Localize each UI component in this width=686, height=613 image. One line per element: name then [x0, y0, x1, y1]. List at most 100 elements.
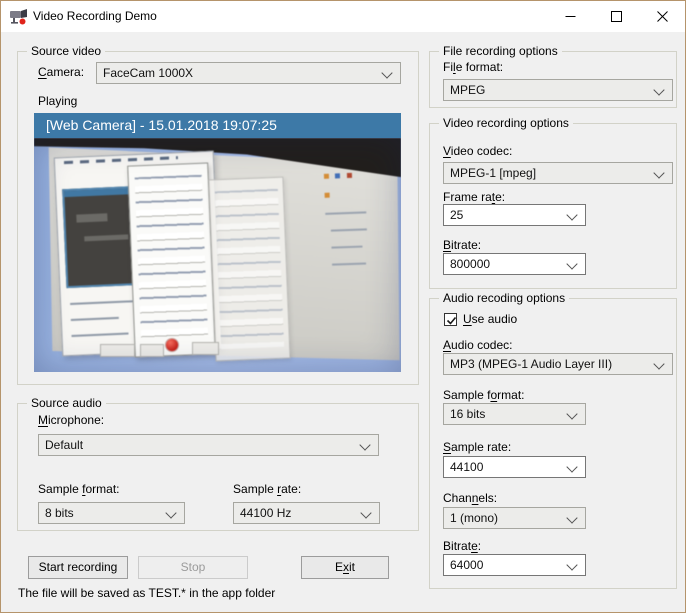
audio-sample-rate-input[interactable]: 44100	[443, 456, 586, 478]
microphone-label: Microphone:	[38, 413, 104, 427]
file-format-select[interactable]: MPEG	[443, 79, 673, 101]
camera-select-value: FaceCam 1000X	[103, 66, 193, 80]
photo-text-line	[332, 246, 363, 249]
camera-label: Camera:	[38, 65, 84, 79]
frame-rate-value: 25	[450, 208, 463, 222]
channels-select[interactable]: 1 (mono)	[443, 507, 586, 529]
audio-codec-select-value: MP3 (MPEG-1 Audio Layer III)	[450, 357, 612, 371]
photo-ghost-button	[192, 342, 220, 355]
frame-rate-input[interactable]: 25	[443, 204, 586, 226]
chevron-down-icon[interactable]	[566, 209, 577, 220]
photo-icon-chip	[324, 174, 329, 179]
photo-text-line	[332, 263, 366, 266]
close-button[interactable]	[639, 1, 685, 31]
photo-smudge	[84, 234, 128, 242]
video-recording-demo-window: Video Recording Demo Source video Camera…	[0, 0, 686, 613]
app-camera-icon	[9, 7, 29, 26]
chevron-down-icon[interactable]	[653, 167, 664, 178]
use-audio-label[interactable]: Use audio	[463, 312, 517, 326]
audio-codec-select[interactable]: MP3 (MPEG-1 Audio Layer III)	[443, 353, 673, 375]
audio-sample-format-value: 16 bits	[450, 407, 485, 421]
chevron-down-icon[interactable]	[360, 507, 371, 518]
chevron-down-icon[interactable]	[653, 358, 664, 369]
exit-button[interactable]: Exit	[301, 556, 389, 579]
chevron-down-icon[interactable]	[381, 67, 392, 78]
audio-sample-rate-label: Sample rate:	[443, 440, 511, 454]
audio-sample-format-select[interactable]: 16 bits	[443, 403, 586, 425]
minimize-icon	[565, 11, 576, 22]
audio-bitrate-label: Bitrate:	[443, 539, 481, 553]
audio-bitrate-value: 64000	[450, 558, 483, 572]
audio-sample-format-label: Sample format:	[443, 388, 525, 402]
sample-rate-select-value: 44100 Hz	[240, 506, 291, 520]
checkmark-icon	[445, 314, 458, 327]
window-title: Video Recording Demo	[33, 9, 157, 23]
chevron-down-icon[interactable]	[165, 507, 176, 518]
status-text: The file will be saved as TEST.* in the …	[18, 586, 275, 600]
microphone-select[interactable]: Default	[38, 434, 379, 456]
sample-rate-select[interactable]: 44100 Hz	[233, 502, 380, 524]
photo-ghost-button	[140, 344, 164, 357]
start-recording-button[interactable]: Start recording	[28, 556, 128, 579]
stop-button: Stop	[138, 556, 248, 579]
photo-text-line	[71, 317, 118, 321]
webcam-frame	[34, 138, 401, 372]
sample-format-select-value: 8 bits	[45, 506, 74, 520]
video-codec-label: Video codec:	[443, 144, 512, 158]
channels-select-value: 1 (mono)	[450, 511, 498, 525]
audio-sample-rate-value: 44100	[450, 460, 483, 474]
photo-tree-panel	[322, 172, 378, 295]
maximize-icon	[611, 11, 622, 22]
chevron-down-icon[interactable]	[653, 84, 664, 95]
chevron-down-icon[interactable]	[566, 512, 577, 523]
audio-recoding-options-label: Audio recoding options	[439, 291, 569, 305]
photo-icon-chip	[346, 173, 351, 178]
file-format-select-value: MPEG	[450, 83, 485, 97]
video-bitrate-value: 800000	[450, 257, 490, 271]
video-overlay-caption: [Web Camera] - 15.01.2018 19:07:25	[34, 113, 401, 138]
video-codec-select[interactable]: MPEG-1 [mpeg]	[443, 162, 673, 184]
video-recording-options-label: Video recording options	[439, 116, 573, 130]
photo-dialog-rows	[215, 188, 284, 349]
sample-format-select[interactable]: 8 bits	[38, 502, 185, 524]
photo-text-line	[331, 228, 367, 231]
chevron-down-icon[interactable]	[566, 461, 577, 472]
photo-menu-strip	[64, 157, 178, 165]
sample-rate-label: Sample rate:	[233, 482, 301, 496]
photo-dialog-rows	[134, 175, 208, 344]
photo-smudge	[76, 214, 107, 223]
photo-ghost-button	[100, 344, 135, 357]
photo-icon-chip	[335, 173, 340, 178]
minimize-button[interactable]	[547, 1, 593, 31]
photo-text-line	[325, 211, 366, 214]
file-recording-options-label: File recording options	[439, 44, 562, 58]
chevron-down-icon[interactable]	[566, 258, 577, 269]
microphone-select-value: Default	[45, 438, 83, 452]
video-preview: [Web Camera] - 15.01.2018 19:07:25	[34, 113, 401, 372]
audio-codec-label: Audio codec:	[443, 338, 513, 352]
chevron-down-icon[interactable]	[566, 559, 577, 570]
video-bitrate-input[interactable]: 800000	[443, 253, 586, 275]
playing-label: Playing	[38, 94, 77, 108]
video-bitrate-label: Bitrate:	[443, 238, 481, 252]
camera-select[interactable]: FaceCam 1000X	[96, 62, 401, 84]
channels-label: Channels:	[443, 491, 497, 505]
photo-dialog-front	[127, 162, 216, 357]
title-bar[interactable]: Video Recording Demo	[1, 1, 685, 32]
photo-dialog-back	[208, 176, 291, 361]
webcam-photo-content	[34, 138, 401, 372]
use-audio-checkbox[interactable]	[444, 313, 457, 326]
audio-bitrate-input[interactable]: 64000	[443, 554, 586, 576]
maximize-button[interactable]	[593, 1, 639, 31]
video-codec-select-value: MPEG-1 [mpeg]	[450, 166, 536, 180]
close-icon	[657, 11, 668, 22]
source-video-group-label: Source video	[27, 44, 105, 58]
file-format-label: File format:	[443, 60, 503, 74]
sample-format-label: Sample format:	[38, 482, 120, 496]
chevron-down-icon[interactable]	[566, 408, 577, 419]
photo-text-line	[70, 301, 136, 306]
photo-icon-chip	[325, 193, 330, 198]
photo-text-line	[72, 333, 129, 337]
chevron-down-icon[interactable]	[359, 439, 370, 450]
frame-rate-label: Frame rate:	[443, 190, 505, 204]
